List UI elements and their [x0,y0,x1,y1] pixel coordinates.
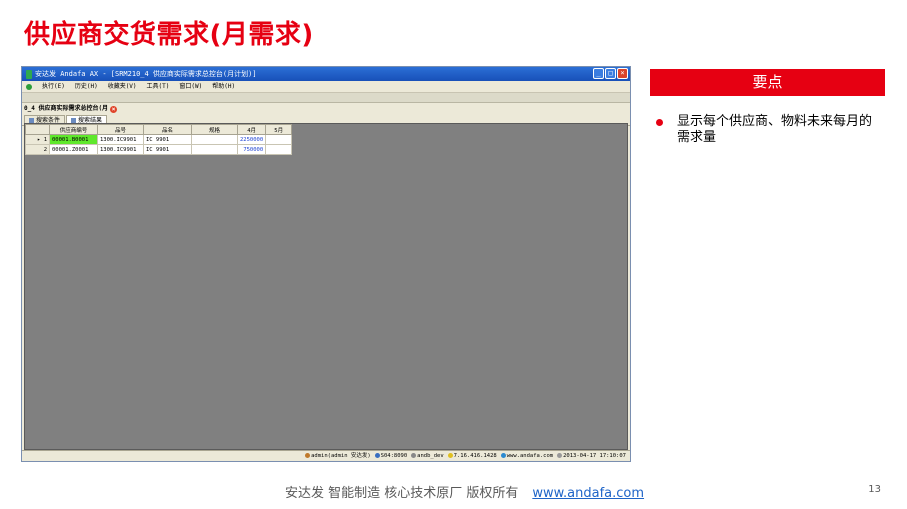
row-number-label: 2 [43,146,47,153]
server-icon [374,453,380,458]
status-site: www.andafa.com [500,451,554,461]
status-user-label: admin(admin 安达发) [311,453,371,459]
menu-history[interactable]: 历史(H) [75,81,98,92]
app-window: 安达发 Andafa AX - [SRM210_4 供应商实际需求总控台(月计划… [21,66,631,462]
cell-spec[interactable] [191,134,238,145]
status-db: andb_dev [411,451,444,461]
cell-spec[interactable] [191,144,238,155]
window-controls: _ □ × [593,68,628,79]
bullet-text: 显示每个供应商、物料未来每月的需求量 [677,114,873,145]
results-grid-area: 供应商编号 品号 品名 规格 4月 5月 ▸ 1 00001.B0001 130… [24,123,628,450]
footer: 安达发 智能制造 核心技术原厂 版权所有 www.andafa.com [0,482,907,501]
row-number: ▸ 1 [25,134,50,145]
window-titlebar: 安达发 Andafa AX - [SRM210_4 供应商实际需求总控台(月计划… [22,67,630,81]
col-may[interactable]: 5月 [265,124,293,135]
footer-text: 安达发 智能制造 核心技术原厂 版权所有 [284,486,519,501]
minimize-icon[interactable]: _ [593,68,604,79]
cell-name[interactable]: IC 9901 [143,144,192,155]
menu-tools[interactable]: 工具(T) [147,81,170,92]
status-bar: admin(admin 安达发) S04:8090 andb_dev 7.16.… [22,450,630,461]
document-tab-label: 0_4 供应商实际需求总控台(月 [24,105,109,112]
status-site-label: www.andafa.com [506,453,554,459]
clock-icon [557,453,563,458]
col-item-name[interactable]: 品名 [143,124,192,135]
cell-supplier[interactable]: 00001.B0001 [49,134,98,145]
window-title: 安达发 Andafa AX - [SRM210_4 供应商实际需求总控台(月计划… [35,70,257,78]
footer-link[interactable]: www.andafa.com [532,486,644,501]
keypoint-header: 要点 [650,69,885,96]
bullet-dot-icon [656,119,663,126]
col-item-no[interactable]: 品号 [97,124,144,135]
cell-item[interactable]: 1300.IC9901 [97,144,144,155]
cell-item[interactable]: 1300.IC9901 [97,134,144,145]
close-tab-icon[interactable]: × [110,105,118,113]
cell-name[interactable]: IC 9901 [143,134,192,145]
status-db-label: andb_dev [417,453,444,459]
status-datetime-label: 2013-04-17 17:10:07 [563,453,626,459]
row-number: 2 [25,144,50,155]
network-icon [447,453,453,458]
maximize-icon[interactable]: □ [605,68,616,79]
table-row[interactable]: 2 00001.Z0001 1300.IC9901 IC 9901 750000 [25,144,293,155]
col-spec[interactable]: 规格 [191,124,238,135]
database-icon [411,453,417,458]
cell-may[interactable] [265,134,293,145]
status-user: admin(admin 安达发) [305,451,371,461]
keypoint-bullet: 显示每个供应商、物料未来每月的需求量 [656,114,876,146]
menu-execute[interactable]: 执行(E) [42,81,65,92]
cell-april[interactable]: 750000 [236,144,267,155]
row-number-label: 1 [43,136,47,143]
close-icon[interactable]: × [617,68,628,79]
cell-may[interactable] [265,144,293,155]
toolbar [22,93,630,103]
menu-app-icon [26,84,32,90]
status-datetime: 2013-04-17 17:10:07 [557,451,626,461]
menu-window[interactable]: 窗口(W) [179,81,202,92]
col-supplier-no[interactable]: 供应商编号 [49,124,98,135]
status-ip-label: 7.16.416.1428 [453,453,497,459]
slide-title: 供应商交货需求(月需求) [24,20,314,50]
cell-supplier[interactable]: 00001.Z0001 [49,144,98,155]
app-icon [26,69,32,79]
status-server: S04:8090 [374,451,408,461]
menu-help[interactable]: 帮助(H) [212,81,235,92]
col-april[interactable]: 4月 [236,124,267,135]
grid-corner-header [25,124,50,135]
user-icon [305,453,311,458]
results-grid: 供应商编号 品号 品名 规格 4月 5月 ▸ 1 00001.B0001 130… [25,124,293,155]
cell-april[interactable]: 2250000 [236,134,267,145]
status-server-label: S04:8090 [380,453,408,459]
page-number: 13 [868,484,881,495]
menu-bar: 执行(E) 历史(H) 收藏夹(V) 工具(T) 窗口(W) 帮助(H) [22,81,630,93]
status-ip: 7.16.416.1428 [447,451,497,461]
table-row[interactable]: ▸ 1 00001.B0001 1300.IC9901 IC 9901 2250… [25,134,293,145]
menu-favorites[interactable]: 收藏夹(V) [108,81,137,92]
document-tab[interactable]: 0_4 供应商实际需求总控台(月 × [22,103,630,115]
globe-icon [500,453,506,458]
